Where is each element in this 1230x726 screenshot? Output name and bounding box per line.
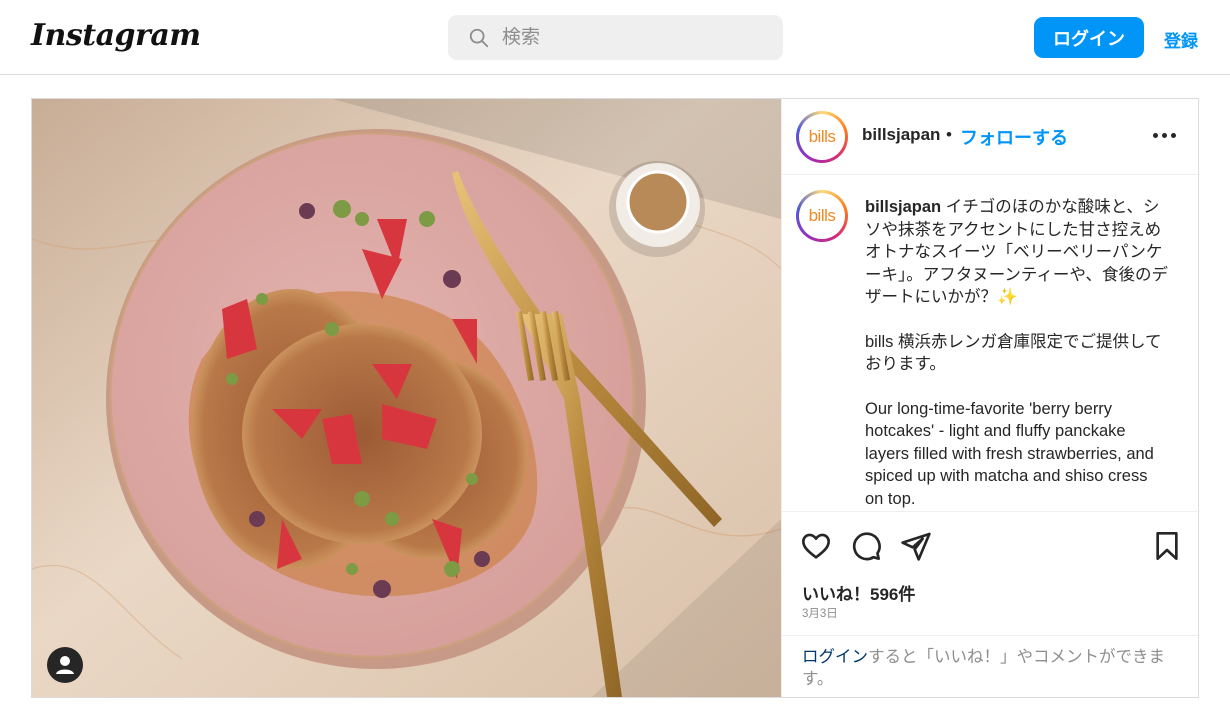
caption-text: billsjapan イチゴのほのかな酸味と、シソや抹茶をアクセントにした甘さ控… — [865, 196, 1170, 510]
instagram-logo[interactable]: Instagram — [31, 18, 201, 53]
post-side-panel: bills billsjapan • フォローする bills billsjap… — [781, 99, 1200, 697]
comment-icon[interactable] — [850, 530, 882, 562]
login-prompt-link[interactable]: ログイン — [802, 648, 868, 666]
search-input[interactable] — [502, 15, 772, 60]
post-header: bills billsjapan • フォローする — [782, 99, 1200, 175]
search-icon — [469, 28, 489, 48]
profile-avatar[interactable]: bills — [796, 111, 848, 163]
heart-icon[interactable] — [800, 530, 832, 562]
caption-username[interactable]: billsjapan — [865, 198, 941, 216]
post-photo[interactable] — [32, 99, 781, 697]
follow-button[interactable]: フォローする — [960, 124, 1068, 150]
login-prompt: ログインすると「いいね！」やコメントができます。 — [782, 635, 1200, 697]
post-actions: いいね！596件 3月3日 — [782, 511, 1200, 635]
post-card: bills billsjapan • フォローする bills billsjap… — [31, 98, 1200, 698]
likes-count[interactable]: いいね！596件 — [802, 580, 915, 605]
login-button[interactable]: ログイン — [1034, 17, 1144, 58]
caption-paragraph-2: bills 横浜赤レンガ倉庫限定でご提供しております。 — [865, 332, 1162, 374]
caption-paragraph-3: Our long-time-favorite 'berry berry hotc… — [865, 399, 1154, 508]
more-options-icon[interactable] — [1152, 125, 1178, 145]
separator-dot: • — [946, 125, 952, 144]
signup-link[interactable]: 登録 — [1164, 27, 1198, 52]
post-date[interactable]: 3月3日 — [802, 605, 838, 621]
caption-area: bills billsjapan イチゴのほのかな酸味と、シソや抹茶をアクセント… — [782, 176, 1200, 510]
avatar-text: bills — [808, 206, 836, 225]
post-username[interactable]: billsjapan — [862, 125, 940, 145]
avatar-text: bills — [808, 127, 836, 146]
top-navigation-bar: Instagram ログイン 登録 — [0, 0, 1230, 75]
caption-avatar[interactable]: bills — [796, 190, 848, 242]
bookmark-icon[interactable] — [1151, 530, 1183, 562]
search-box[interactable] — [448, 15, 783, 60]
user-icon — [56, 656, 74, 674]
share-icon[interactable] — [900, 530, 932, 562]
tagged-user-button[interactable] — [47, 647, 83, 683]
pancake-photo — [32, 99, 781, 697]
